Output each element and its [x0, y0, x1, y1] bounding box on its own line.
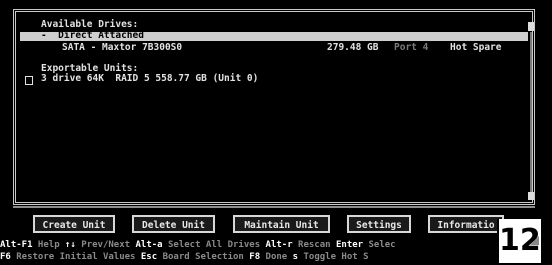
group-direct-attached[interactable]: - Direct Attached: [20, 30, 528, 41]
hotkey-key: Esc: [140, 252, 158, 262]
hotkey-key: Alt-a: [135, 240, 163, 250]
drive-size: 279.48 GB: [327, 42, 379, 53]
create-unit-button[interactable]: Create Unit: [33, 215, 115, 233]
group-label: - Direct Attached: [41, 30, 144, 41]
settings-button[interactable]: Settings: [347, 215, 411, 233]
drive-name: SATA - Maxtor 7B300S0: [62, 42, 183, 53]
hotkey-key: F8: [249, 252, 261, 262]
delete-unit-button[interactable]: Delete Unit: [132, 215, 215, 233]
drive-port: Port 4: [394, 42, 429, 53]
scroll-down-arrow[interactable]: [528, 192, 534, 200]
hotkey-status-line-1: Alt-F1 Help ↑↓ Prev/Next Alt-a Select Al…: [0, 240, 552, 251]
scrollbar[interactable]: [528, 22, 534, 200]
hotkey-description: Selec: [363, 240, 396, 250]
scroll-track[interactable]: [530, 32, 532, 192]
maintain-unit-button[interactable]: Maintain Unit: [233, 215, 330, 233]
hotkey-key: F6: [0, 252, 11, 262]
hotkey-description: Select All Drives: [162, 240, 266, 250]
hotkey-description: Toggle Hot S: [298, 252, 369, 262]
bios-screen: Available Drives: - Direct Attached SATA…: [0, 0, 552, 265]
hotkey-description: Board Selection: [157, 252, 250, 262]
hotkey-description: Prev/Next: [75, 240, 136, 250]
hotkey-key: Alt-F1: [0, 240, 33, 250]
unit-item[interactable]: 3 drive 64K RAID 5 558.77 GB (Unit 0): [41, 74, 258, 84]
scroll-up-arrow[interactable]: [528, 22, 534, 31]
hotkey-description: Rescan: [292, 240, 336, 250]
available-drives-heading: Available Drives:: [41, 19, 139, 30]
hotkey-key: Enter: [335, 240, 364, 250]
hotkey-key: ↑↓: [65, 240, 76, 250]
page-corner-fold: [530, 236, 539, 245]
hotkey-status-line-2: F6 Restore Initial Values Esc Board Sele…: [0, 252, 552, 263]
unit-checkbox[interactable]: [25, 76, 33, 85]
hotkey-description: Done: [260, 252, 293, 262]
hotkey-description: Help: [32, 240, 66, 250]
information-button[interactable]: Informatio: [428, 215, 504, 233]
hotkey-description: Restore Initial Values: [10, 252, 141, 262]
drive-status: Hot Spare: [450, 42, 502, 53]
hotkey-key: Alt-r: [265, 240, 293, 250]
